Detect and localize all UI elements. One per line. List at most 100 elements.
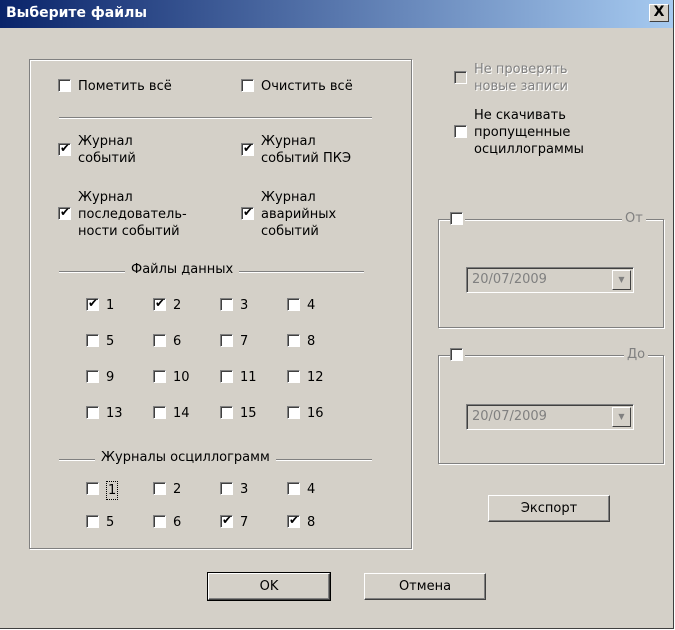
checkbox-osc-3[interactable]: 3 — [220, 481, 248, 498]
checkbox-data-5[interactable]: 5 — [86, 333, 114, 350]
checkbox-box[interactable] — [287, 406, 300, 419]
checkbox-label: Очистить всё — [261, 79, 353, 94]
checkbox-label: 6 — [173, 334, 182, 349]
checkbox-label: 13 — [106, 406, 123, 421]
checkbox-box[interactable]: ✔ — [153, 296, 166, 311]
checkbox-data-16[interactable]: 16 — [287, 405, 324, 422]
checkbox-box[interactable] — [86, 482, 99, 495]
checkbox-data-3[interactable]: 3 — [220, 297, 248, 314]
checkbox-label: 11 — [240, 370, 257, 385]
checkbox-box[interactable]: ✔ — [241, 141, 254, 156]
checkbox-box[interactable] — [220, 370, 233, 383]
checkbox-box[interactable] — [86, 406, 99, 419]
check-mark-icon: ✔ — [222, 513, 233, 527]
checkbox-label: 4 — [307, 482, 316, 497]
checkbox-label: 16 — [307, 406, 324, 421]
checkbox-box[interactable] — [220, 482, 233, 495]
no-check-new-records-checkbox[interactable]: Не проверять новые записи — [454, 61, 568, 95]
checkbox-box[interactable]: ✔ — [287, 513, 300, 528]
checkbox-data-9[interactable]: 9 — [86, 369, 114, 386]
checkbox-box[interactable] — [86, 370, 99, 383]
checkbox-osc-4[interactable]: 4 — [287, 481, 315, 498]
checkbox-label: 1 — [106, 481, 119, 500]
from-date-checkbox[interactable] — [450, 211, 465, 225]
checkbox-data-4[interactable]: 4 — [287, 297, 315, 314]
checkbox-box[interactable] — [86, 334, 99, 347]
dialog-window: Выберите файлы X Пометить всё Очистить в… — [0, 0, 674, 629]
mark-all-checkbox[interactable]: Пометить всё — [58, 78, 172, 95]
to-date-combobox[interactable]: 20/07/2009 ▼ — [466, 404, 634, 430]
checkbox-label: 8 — [307, 515, 316, 530]
checkbox-osc-1[interactable]: 1 — [86, 481, 119, 500]
checkbox-box[interactable] — [287, 482, 300, 495]
checkbox-box[interactable] — [454, 71, 467, 84]
checkbox-box[interactable] — [287, 298, 300, 311]
no-download-missed-checkbox[interactable]: Не скачивать пропущенные осциллограммы — [454, 107, 584, 158]
checkbox-data-10[interactable]: 10 — [153, 369, 190, 386]
checkbox-box[interactable] — [287, 334, 300, 347]
sequence-events-journal-checkbox[interactable]: ✔ Журнал последователь- ности событий — [58, 189, 187, 240]
alarm-events-journal-checkbox[interactable]: ✔ Журнал аварийных событий — [241, 189, 336, 240]
checkbox-box[interactable]: ✔ — [58, 205, 71, 220]
title-bar[interactable]: Выберите файлы X — [0, 0, 673, 28]
checkbox-box[interactable] — [153, 515, 166, 528]
checkbox-label: 5 — [106, 515, 115, 530]
checkbox-data-15[interactable]: 15 — [220, 405, 257, 422]
checkbox-box[interactable] — [220, 406, 233, 419]
checkbox-label: Журнал последователь- ности событий — [78, 190, 187, 239]
checkbox-label: 7 — [240, 515, 249, 530]
checkbox-data-8[interactable]: 8 — [287, 333, 315, 350]
from-date-combobox[interactable]: 20/07/2009 ▼ — [466, 267, 634, 293]
osc-journals-title: Журналы осциллограмм — [95, 450, 276, 465]
pke-events-journal-checkbox[interactable]: ✔ Журнал событий ПКЭ — [241, 133, 351, 167]
checkbox-box[interactable]: ✔ — [58, 141, 71, 156]
checkbox-label: 2 — [173, 482, 182, 497]
checkbox-label: 14 — [173, 406, 190, 421]
checkbox-data-1[interactable]: ✔ 1 — [86, 296, 115, 314]
checkbox-data-13[interactable]: 13 — [86, 405, 123, 422]
checkbox-box[interactable] — [153, 482, 166, 495]
checkbox-data-6[interactable]: 6 — [153, 333, 181, 350]
checkbox-box[interactable] — [450, 348, 463, 361]
checkbox-osc-2[interactable]: 2 — [153, 481, 181, 498]
to-date-checkbox[interactable] — [450, 347, 465, 361]
checkbox-box[interactable] — [153, 406, 166, 419]
checkbox-box[interactable]: ✔ — [86, 296, 99, 311]
close-button[interactable]: X — [649, 4, 669, 22]
checkbox-box[interactable] — [287, 370, 300, 383]
checkbox-box[interactable] — [220, 298, 233, 311]
checkbox-data-14[interactable]: 14 — [153, 405, 190, 422]
checkbox-box[interactable] — [241, 79, 254, 92]
dropdown-arrow-icon[interactable]: ▼ — [612, 270, 631, 290]
check-mark-icon: ✔ — [289, 513, 300, 527]
checkbox-osc-6[interactable]: 6 — [153, 514, 181, 531]
checkbox-box[interactable] — [86, 515, 99, 528]
checkbox-box[interactable] — [454, 125, 467, 138]
checkbox-osc-8[interactable]: ✔ 8 — [287, 513, 316, 531]
checkbox-data-2[interactable]: ✔ 2 — [153, 296, 182, 314]
ok-button[interactable]: OK — [207, 572, 331, 601]
checkbox-label: 8 — [307, 334, 316, 349]
checkbox-box[interactable]: ✔ — [241, 205, 254, 220]
checkbox-box[interactable] — [450, 212, 463, 225]
checkbox-label: 1 — [106, 298, 115, 313]
checkbox-data-7[interactable]: 7 — [220, 333, 248, 350]
cancel-button[interactable]: Отмена — [364, 573, 486, 600]
checkbox-label: 2 — [173, 298, 182, 313]
checkbox-box[interactable]: ✔ — [220, 513, 233, 528]
checkbox-box[interactable] — [220, 334, 233, 347]
checkbox-data-12[interactable]: 12 — [287, 369, 324, 386]
clear-all-checkbox[interactable]: Очистить всё — [241, 78, 353, 95]
checkbox-data-11[interactable]: 11 — [220, 369, 257, 386]
checkbox-box[interactable] — [153, 370, 166, 383]
checkbox-osc-5[interactable]: 5 — [86, 514, 114, 531]
checkbox-box[interactable] — [153, 334, 166, 347]
check-mark-icon: ✔ — [243, 205, 254, 219]
events-journal-checkbox[interactable]: ✔ Журнал событий — [58, 133, 136, 167]
dropdown-arrow-icon[interactable]: ▼ — [612, 407, 631, 427]
export-button[interactable]: Экспорт — [488, 495, 610, 522]
checkbox-osc-7[interactable]: ✔ 7 — [220, 513, 249, 531]
to-date-value: 20/07/2009 — [472, 409, 547, 424]
checkbox-box[interactable] — [58, 79, 71, 92]
checkbox-label: Журнал событий ПКЭ — [261, 134, 352, 166]
